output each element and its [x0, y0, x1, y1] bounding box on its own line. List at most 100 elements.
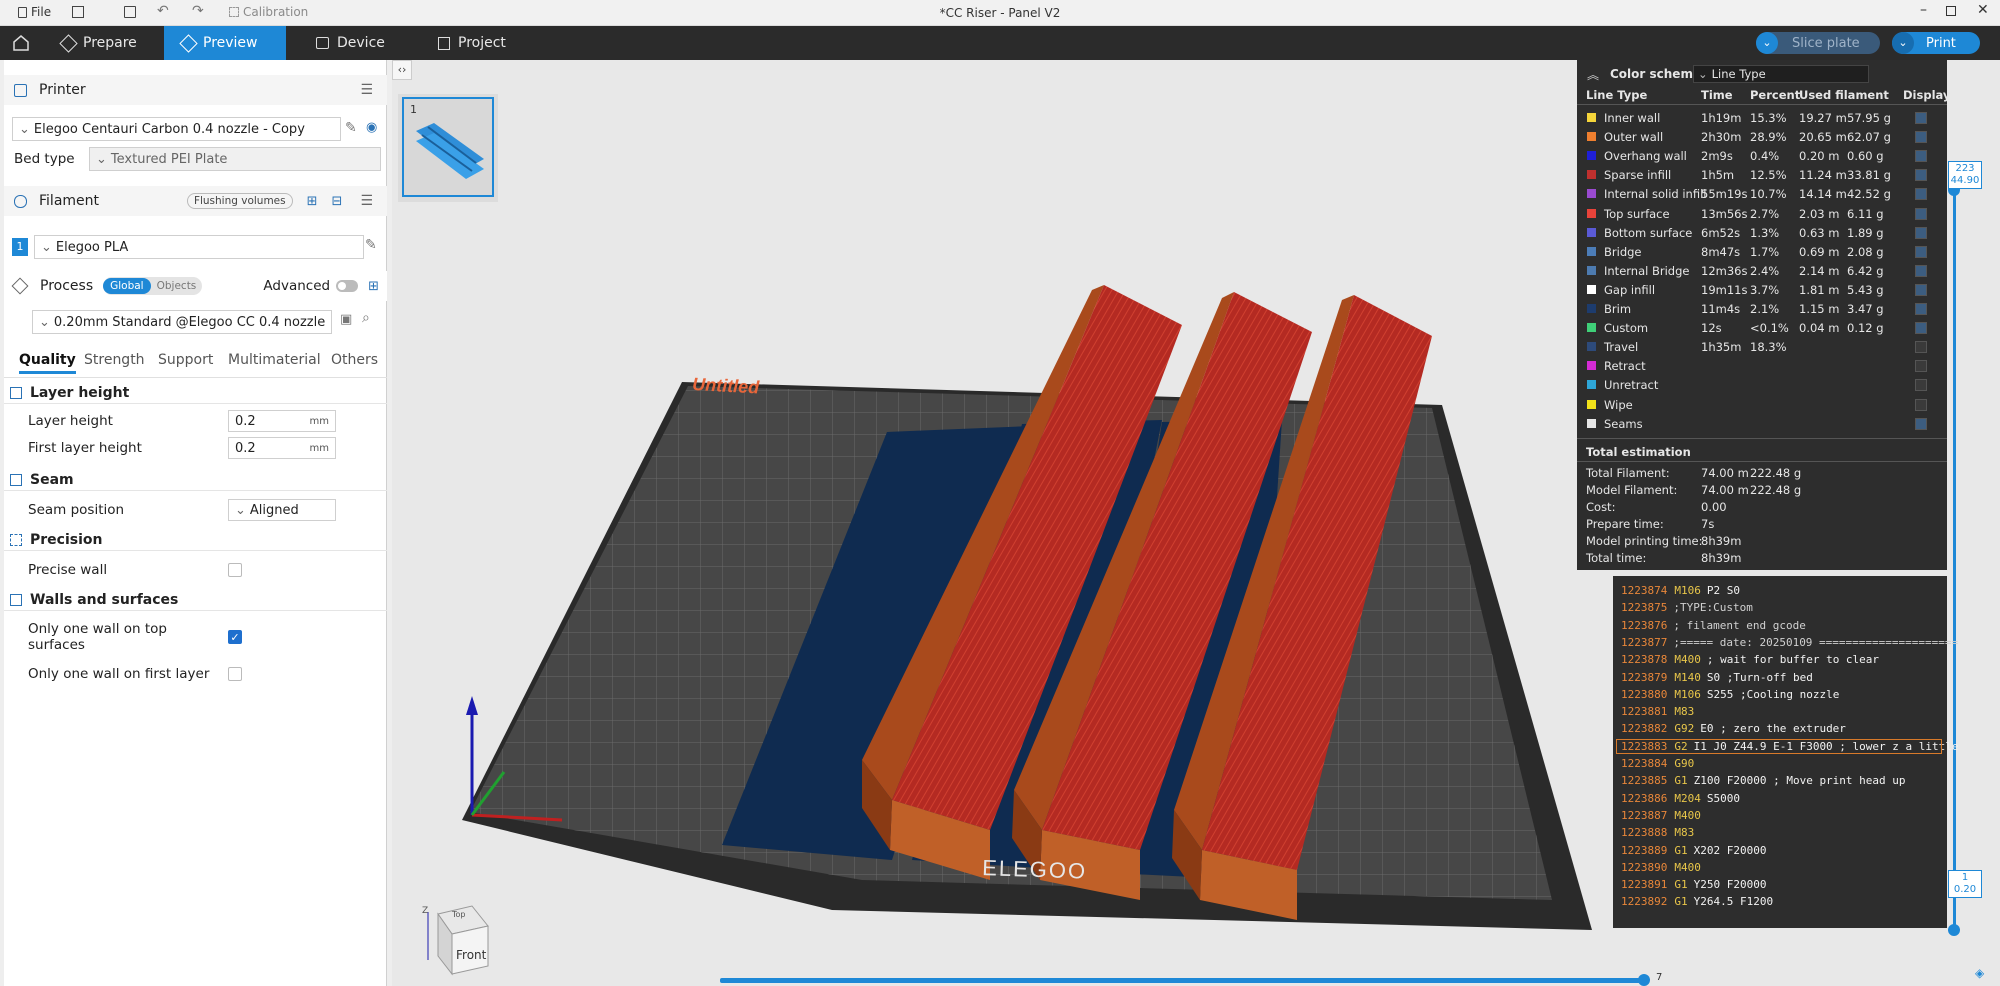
tab-others[interactable]: Others	[331, 352, 378, 368]
wifi-icon[interactable]: ◉	[366, 120, 377, 135]
add-filament-icon[interactable]: ⊞	[307, 194, 318, 209]
gcode-line[interactable]: 1223879 M140 S0 ;Turn-off bed	[1621, 671, 1813, 684]
gcode-line[interactable]: 1223888 M83	[1621, 826, 1700, 839]
tab-prepare[interactable]: Prepare	[44, 26, 164, 60]
move-slider-handle[interactable]	[1638, 974, 1650, 986]
line-type-row[interactable]: Brim 11m4s 2.1% 1.15 m 3.47 g	[1577, 301, 1947, 319]
search-icon[interactable]: ⌕	[362, 310, 370, 326]
display-checkbox[interactable]	[1915, 303, 1927, 315]
gcode-line[interactable]: 1223876 ; filament end gcode	[1621, 619, 1806, 632]
display-checkbox[interactable]	[1915, 264, 1927, 277]
gcode-line[interactable]: 1223889 G1 X202 F20000	[1621, 844, 1766, 857]
printer-select[interactable]: ⌄ Elegoo Centauri Carbon 0.4 nozzle - Co…	[12, 117, 341, 141]
line-type-row[interactable]: Custom 12s <0.1% 0.04 m 0.12 g	[1577, 320, 1947, 338]
line-type-row[interactable]: Travel 1h35m 18.3%	[1577, 339, 1947, 357]
gcode-line[interactable]: 1223890 M400	[1621, 861, 1707, 874]
view-cube-top[interactable]: Top	[452, 910, 466, 919]
gcode-line[interactable]: 1223892 G1 Y264.5 F1200	[1621, 895, 1773, 908]
gcode-line[interactable]: 1223882 G92 E0 ; zero the extruder	[1621, 722, 1846, 735]
display-checkbox[interactable]	[1915, 283, 1927, 296]
display-checkbox[interactable]	[1915, 360, 1927, 373]
gcode-line[interactable]: 1223878 M400 ; wait for buffer to clear	[1621, 653, 1879, 666]
gcode-line[interactable]: 1223877 ;===== date: 20250109 ===========…	[1621, 636, 1958, 649]
gcode-line[interactable]: 1223886 M204 S5000	[1621, 792, 1740, 805]
line-type-row[interactable]: Outer wall 2h30m 28.9% 20.65 m 62.07 g	[1577, 129, 1947, 147]
close-icon[interactable]: ✕	[1977, 2, 1989, 18]
edit-filament-icon[interactable]: ✎	[365, 237, 377, 253]
gcode-line[interactable]: 1223883 G2 I1 J0 Z44.9 E-1 F3000 ; lower z…	[1616, 738, 1959, 754]
line-type-row[interactable]: Bridge 8m47s 1.7% 0.69 m 2.08 g	[1577, 244, 1947, 262]
first-layer-height-input[interactable]: 0.2 mm	[228, 437, 336, 459]
line-type-row[interactable]: Unretract	[1577, 377, 1947, 395]
display-checkbox[interactable]	[1915, 417, 1927, 430]
layers-icon[interactable]: ◈	[1975, 966, 1984, 980]
gcode-line[interactable]: 1223875 ;TYPE:Custom	[1621, 601, 1753, 614]
gcode-line[interactable]: 1223874 M106 P2 S0	[1621, 584, 1740, 597]
one-wall-first-checkbox[interactable]	[228, 667, 242, 681]
view-cube-front[interactable]: Front	[456, 948, 486, 962]
line-type-row[interactable]: Internal Bridge 12m36s 2.4% 2.14 m 6.42 g	[1577, 263, 1947, 281]
display-checkbox[interactable]	[1915, 169, 1927, 182]
gcode-line[interactable]: 1223891 G1 Y250 F20000	[1621, 878, 1766, 891]
layer-slider-bottom-handle[interactable]	[1948, 924, 1960, 936]
line-type-row[interactable]: Overhang wall 2m9s 0.4% 0.20 m 0.60 g	[1577, 148, 1947, 166]
tab-strength[interactable]: Strength	[84, 352, 145, 368]
display-checkbox[interactable]	[1915, 188, 1927, 201]
tab-multimaterial[interactable]: Multimaterial	[228, 352, 321, 368]
tab-quality[interactable]: Quality	[19, 352, 76, 374]
gcode-line[interactable]: 1223881 M83	[1621, 705, 1700, 718]
line-type-row[interactable]: Gap infill 19m11s 3.7% 1.81 m 5.43 g	[1577, 282, 1947, 300]
precise-wall-checkbox[interactable]	[228, 563, 242, 577]
slice-plate-button[interactable]: ⌄ Slice plate	[1756, 32, 1880, 54]
maximize-icon[interactable]	[1946, 6, 1956, 16]
filament-select[interactable]: ⌄ Elegoo PLA	[34, 235, 364, 259]
line-type-row[interactable]: Retract	[1577, 358, 1947, 376]
collapse-legend-icon[interactable]: ︽	[1587, 66, 1599, 83]
one-wall-top-checkbox[interactable]: ✓	[228, 630, 242, 644]
display-checkbox[interactable]	[1915, 150, 1927, 163]
layer-height-input[interactable]: 0.2 mm	[228, 410, 336, 432]
line-type-row[interactable]: Top surface 13m56s 2.7% 2.03 m 6.11 g	[1577, 206, 1947, 224]
seam-position-select[interactable]: ⌄ Aligned	[228, 499, 336, 521]
move-slider-track[interactable]	[720, 978, 1644, 983]
home-icon[interactable]	[12, 34, 30, 52]
bed-type-select[interactable]: ⌄ Textured PEI Plate	[89, 147, 381, 171]
remove-filament-icon[interactable]: ⊟	[332, 194, 343, 209]
gcode-viewer[interactable]: 1223874 M106 P2 S0 1223875 ;TYPE:Custom 12238…	[1613, 576, 1959, 928]
gcode-line[interactable]: 1223880 M106 S255 ;Cooling nozzle	[1621, 688, 1839, 701]
filament-settings-icon[interactable]: ☰	[360, 193, 373, 209]
minimize-icon[interactable]: –	[1920, 2, 1927, 18]
view-cube[interactable]: Top Front Z	[416, 898, 496, 982]
printer-settings-icon[interactable]: ☰	[360, 82, 373, 98]
global-objects-toggle[interactable]: Global Objects	[103, 277, 203, 295]
display-checkbox[interactable]	[1915, 131, 1927, 144]
print-button[interactable]: ⌄ Print	[1892, 32, 1980, 54]
gcode-line[interactable]: 1223887 M400	[1621, 809, 1707, 822]
line-type-row[interactable]: Bottom surface 6m52s 1.3% 0.63 m 1.89 g	[1577, 225, 1947, 243]
objects-option[interactable]: Objects	[151, 280, 203, 292]
flushing-volumes-button[interactable]: Flushing volumes	[186, 193, 293, 209]
tab-device[interactable]: Device	[298, 26, 408, 60]
global-option[interactable]: Global	[103, 278, 151, 294]
display-checkbox[interactable]	[1915, 226, 1927, 239]
line-type-row[interactable]: Sparse infill 1h5m 12.5% 11.24 m 33.81 g	[1577, 167, 1947, 185]
line-type-row[interactable]: Internal solid infill 55m19s 10.7% 14.14 m4…	[1577, 186, 1947, 204]
line-type-row[interactable]: Seams	[1577, 416, 1947, 434]
display-checkbox[interactable]	[1915, 322, 1927, 335]
process-profile-select[interactable]: ⌄ 0.20mm Standard @Elegoo CC 0.4 nozzle	[32, 310, 332, 334]
line-type-row[interactable]: Wipe	[1577, 397, 1947, 415]
display-checkbox[interactable]	[1915, 245, 1927, 258]
save-profile-icon[interactable]: ▣	[340, 312, 352, 327]
tab-preview[interactable]: Preview	[164, 26, 286, 60]
edit-icon[interactable]: ✎	[345, 120, 357, 136]
compare-icon[interactable]: ⊞	[368, 279, 379, 294]
advanced-toggle[interactable]	[336, 280, 359, 292]
display-checkbox[interactable]	[1915, 398, 1927, 411]
gcode-line[interactable]: 1223885 G1 Z100 F20000 ; Move print head u…	[1621, 774, 1906, 787]
line-type-row[interactable]: Inner wall 1h19m 15.3% 19.27 m 57.95 g	[1577, 110, 1947, 128]
display-checkbox[interactable]	[1915, 207, 1927, 220]
display-checkbox[interactable]	[1915, 341, 1927, 354]
gcode-line[interactable]: 1223884 G90	[1621, 757, 1700, 770]
display-checkbox[interactable]	[1915, 379, 1927, 392]
color-scheme-select[interactable]: ⌄ Line Type	[1693, 65, 1869, 83]
